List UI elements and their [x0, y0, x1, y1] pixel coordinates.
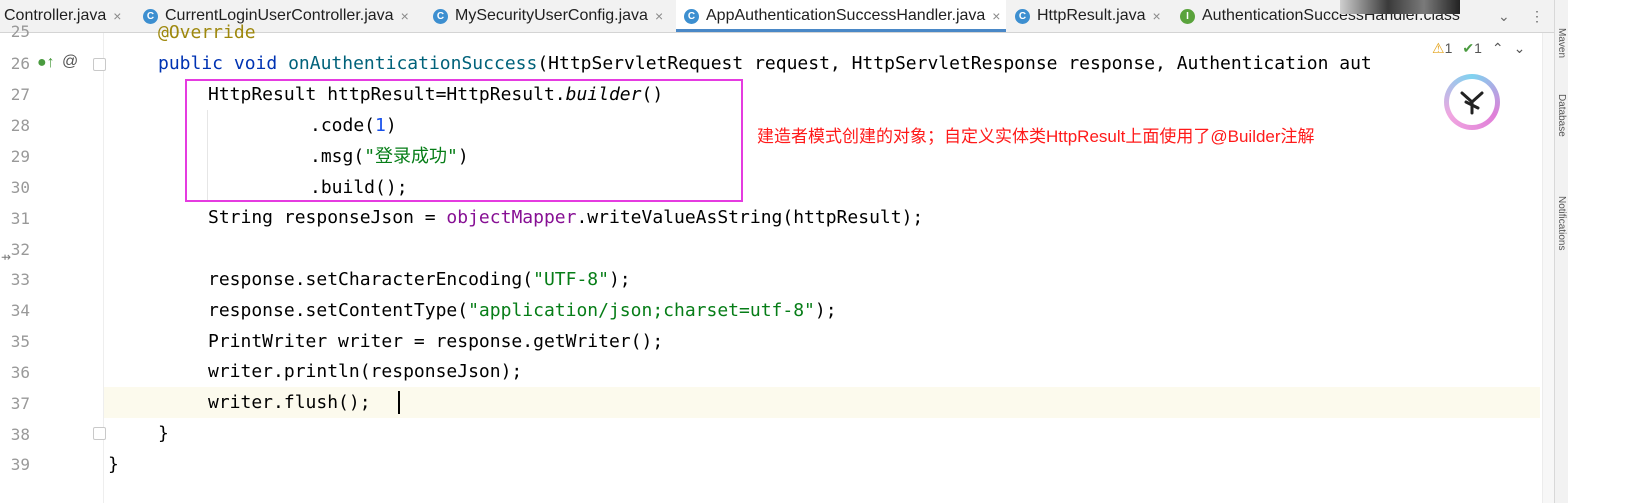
code-line-26[interactable]: public void onAuthenticationSuccess(Http… — [158, 48, 1372, 79]
code-text: writer.println(responseJson); — [208, 361, 523, 382]
method-name: onAuthenticationSuccess — [288, 53, 538, 74]
check-count[interactable]: ✔1 — [1462, 40, 1482, 57]
text-caret — [398, 391, 400, 414]
outer-background — [1568, 0, 1625, 503]
code-line-39[interactable]: } — [108, 449, 119, 480]
class-icon: C — [1015, 8, 1030, 24]
code-text: response.setContentType( — [208, 300, 469, 321]
keyword: void — [233, 53, 278, 74]
tab-label: AppAuthenticationSuccessHandler.java — [706, 7, 986, 24]
implements-method-icon[interactable]: ●↑ — [37, 54, 55, 72]
code-text: (HttpServletRequest request, HttpServlet… — [537, 53, 1372, 74]
resize-cursor-icon: ⇸ — [1, 250, 12, 264]
code-line-33[interactable]: response.setCharacterEncoding("UTF-8"); — [208, 264, 631, 295]
code-text: } — [158, 423, 169, 444]
fold-marker-icon[interactable] — [93, 58, 106, 71]
close-icon[interactable]: × — [113, 8, 121, 24]
plugin-logo-icon[interactable] — [1444, 74, 1500, 130]
code-line-36[interactable]: writer.println(responseJson); — [208, 356, 522, 387]
check-count-value: 1 — [1474, 40, 1482, 56]
check-icon: ✔ — [1462, 40, 1475, 56]
highlight-box — [185, 79, 743, 202]
annotation-at-icon[interactable]: @ — [62, 53, 78, 71]
line-number: 38 — [10, 425, 30, 444]
line-number: 39 — [10, 455, 30, 474]
code-line-25[interactable]: @Override — [158, 17, 256, 48]
warning-count-value: 1 — [1444, 40, 1453, 56]
code-line-35[interactable]: PrintWriter writer = response.getWriter(… — [208, 326, 663, 357]
tab-my-security-user-config[interactable]: C MySecurityUserConfig.java × — [433, 0, 663, 32]
line-number: 36 — [10, 363, 30, 382]
line-number: 29 — [10, 147, 30, 166]
database-tool-button[interactable]: Database — [1556, 94, 1567, 137]
line-number: 37 — [10, 394, 30, 413]
line-number: 25 — [10, 22, 30, 41]
line-number: 34 — [10, 301, 30, 320]
inspection-widget[interactable]: ⚠1 ✔1 ⌃ ⌄ — [1432, 40, 1525, 57]
notifications-tool-button[interactable]: Notifications — [1556, 196, 1567, 250]
warning-count[interactable]: ⚠1 — [1432, 40, 1452, 57]
annotation-note: 建造者模式创建的对象；自定义实体类HttpResult上面使用了@Builder… — [757, 127, 1315, 146]
tab-label: HttpResult.java — [1037, 7, 1146, 24]
line-number: 35 — [10, 332, 30, 351]
code-text: ); — [608, 269, 631, 290]
chevron-up-icon[interactable]: ⌃ — [1492, 40, 1504, 57]
code-text: writer.flush(); — [208, 392, 371, 413]
maven-tool-button[interactable]: Maven — [1556, 28, 1567, 58]
code-text: ); — [814, 300, 837, 321]
code-text: PrintWriter writer = response.getWriter(… — [208, 331, 664, 352]
close-icon[interactable]: × — [992, 8, 1000, 24]
more-icon[interactable]: ⋮ — [1530, 0, 1544, 32]
code-text: .writeValueAsString(httpResult); — [576, 207, 924, 228]
tab-http-result[interactable]: C HttpResult.java × — [1015, 0, 1161, 32]
line-number: 28 — [10, 116, 30, 135]
string-literal: "UTF-8" — [533, 269, 609, 290]
class-icon: C — [684, 8, 699, 24]
class-icon: C — [143, 8, 158, 24]
code-line-31[interactable]: String responseJson = objectMapper.write… — [208, 202, 923, 233]
keyword: public — [158, 53, 224, 74]
tab-label: MySecurityUserConfig.java — [455, 7, 648, 24]
line-number: 30 — [10, 178, 30, 197]
interface-icon: I — [1180, 8, 1195, 24]
video-overlay-image — [1340, 0, 1460, 14]
code-text: response.setCharacterEncoding( — [208, 269, 534, 290]
field-name: objectMapper — [446, 207, 577, 228]
tab-list-chevron-icon[interactable]: ⌄ — [1498, 0, 1510, 32]
logo-glyph-icon — [1460, 91, 1484, 115]
class-icon: C — [433, 8, 448, 24]
tool-window-strip — [1554, 0, 1569, 503]
code-line-37[interactable]: writer.flush(); — [208, 387, 371, 418]
close-icon[interactable]: × — [1153, 8, 1161, 24]
string-literal: "application/json;charset=utf-8" — [468, 300, 815, 321]
code-line-38[interactable]: } — [158, 418, 169, 449]
close-icon[interactable]: × — [401, 8, 409, 24]
fold-marker-icon[interactable] — [93, 427, 106, 440]
annotation-text: @Override — [158, 22, 256, 43]
tab-app-authentication-success-handler[interactable]: C AppAuthenticationSuccessHandler.java × — [676, 0, 1007, 32]
warning-icon: ⚠ — [1432, 40, 1445, 56]
code-text: String responseJson = — [208, 207, 447, 228]
line-number: 31 — [10, 209, 30, 228]
code-line-34[interactable]: response.setContentType("application/jso… — [208, 295, 837, 326]
line-number: 26 — [10, 54, 30, 73]
code-text: } — [108, 454, 119, 475]
line-number: 27 — [10, 85, 30, 104]
close-icon[interactable]: × — [655, 8, 663, 24]
line-number: 33 — [10, 270, 30, 289]
chevron-down-icon[interactable]: ⌄ — [1514, 40, 1526, 57]
